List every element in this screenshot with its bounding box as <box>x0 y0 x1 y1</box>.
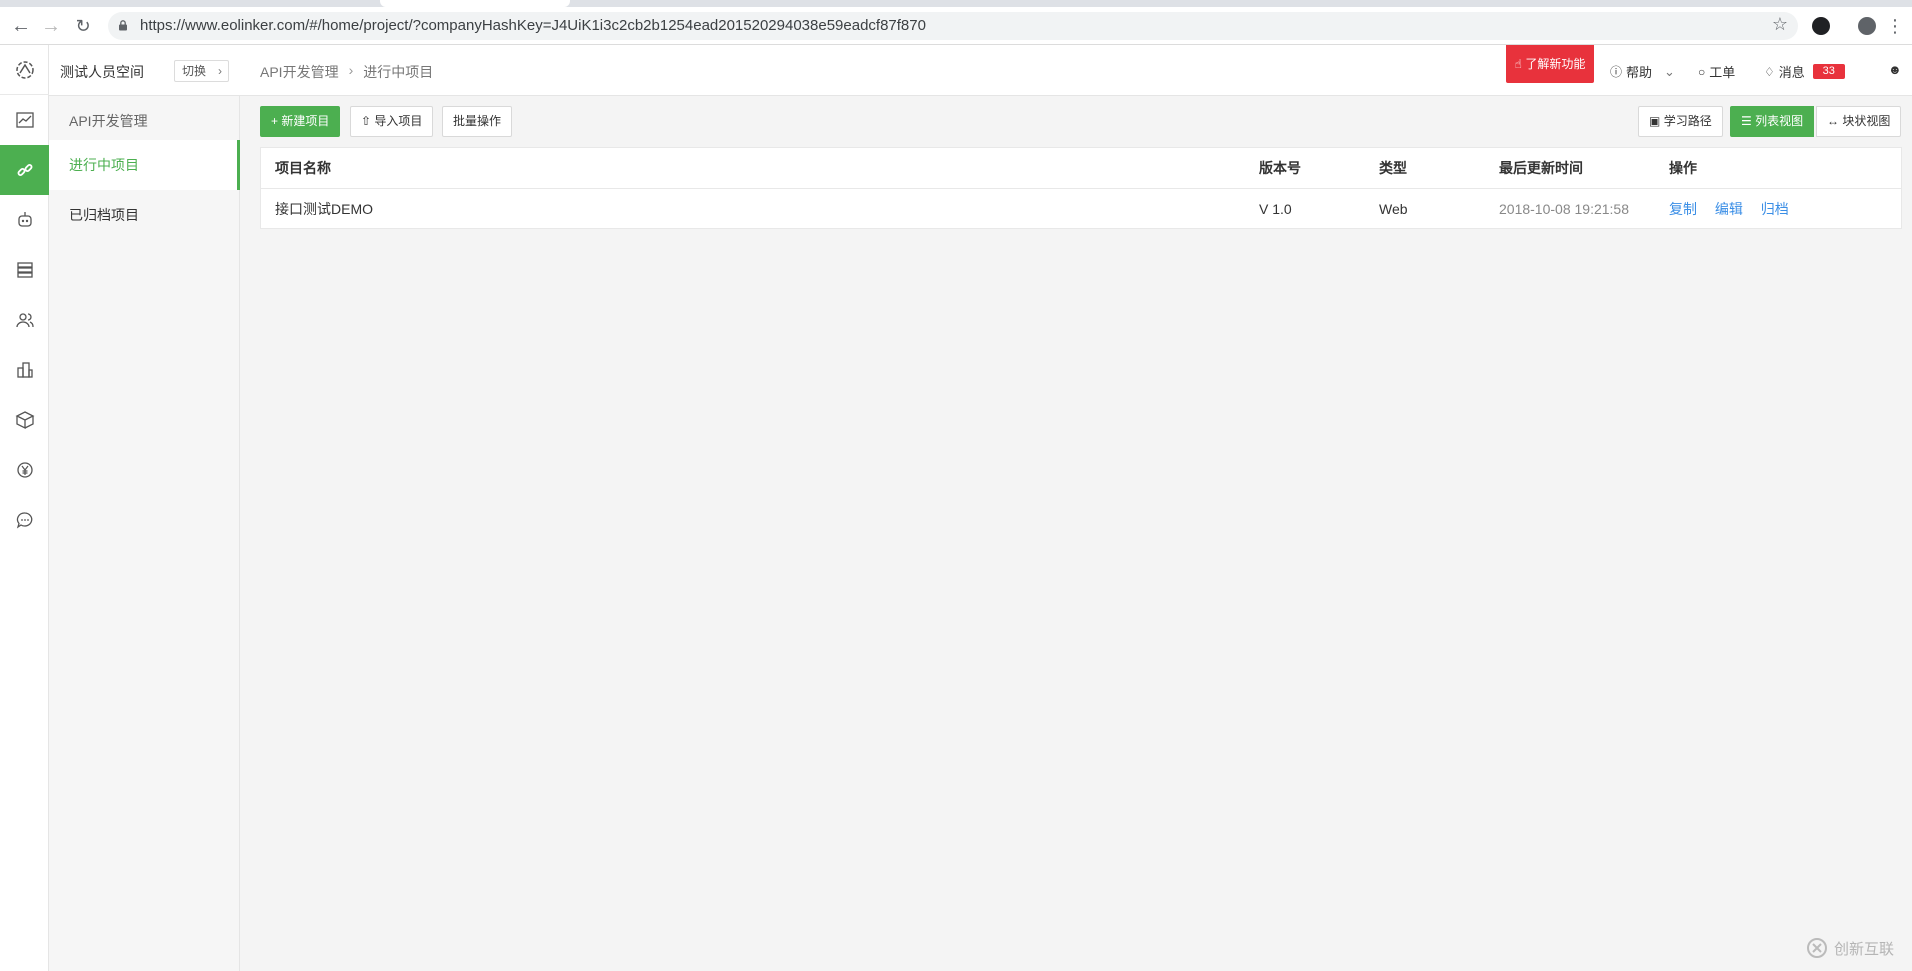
profile-avatar-icon[interactable] <box>1858 17 1876 35</box>
extension-icon[interactable] <box>1812 17 1830 35</box>
column-header-type: 类型 <box>1379 160 1407 176</box>
browser-menu-icon[interactable]: ⋮ <box>1882 13 1908 39</box>
ticket-link[interactable]: ○ 工单 <box>1698 62 1735 81</box>
project-sidebar: 测试人员空间 切换 › API开发管理 进行中项目 已归档项目 <box>49 45 240 971</box>
buildings-icon[interactable] <box>0 345 49 395</box>
sidebar-item-archived-projects[interactable]: 已归档项目 <box>49 190 240 240</box>
info-circle-icon: ⓘ <box>1610 65 1623 79</box>
switch-workspace-label: 切换 <box>182 64 207 78</box>
breadcrumb-separator-icon: › <box>348 62 354 78</box>
upload-icon: ⇧ <box>361 114 372 128</box>
messages-label: 消息 <box>1778 65 1805 80</box>
top-header: API开发管理 › 进行中项目 ☝ 了解新功能 ⓘ 帮助 ⌄ ○ 工单 ♢ 消息… <box>240 45 1912 96</box>
import-project-label: 导入项目 <box>374 114 423 128</box>
project-version-cell: V 1.0 <box>1259 201 1292 217</box>
address-bar[interactable]: https://www.eolinker.com/#/home/project/… <box>108 12 1798 40</box>
browser-active-tab[interactable] <box>380 0 570 7</box>
address-url[interactable]: https://www.eolinker.com/#/home/project/… <box>140 12 926 40</box>
batch-operations-button[interactable]: 批量操作 <box>442 106 513 137</box>
sidebar-group-title: API开发管理 <box>69 113 148 129</box>
project-table: 项目名称 版本号 类型 最后更新时间 操作 接口测试DEMO V 1.0 Web… <box>260 147 1902 229</box>
robot-icon[interactable] <box>0 195 49 245</box>
icon-rail <box>0 45 49 971</box>
messages-count-badge: 33 <box>1812 64 1845 79</box>
column-header-updated: 最后更新时间 <box>1499 160 1583 176</box>
switch-workspace-button[interactable]: 切换 › <box>174 60 229 82</box>
thumbs-up-icon: ☝ <box>1514 57 1522 71</box>
chevron-right-icon: › <box>218 64 222 78</box>
workspace-name: 测试人员空间 <box>60 64 144 80</box>
chevron-down-icon: ⌄ <box>1664 63 1675 79</box>
block-view-button[interactable]: ↔ 块状视图 <box>1816 106 1902 137</box>
column-header-version: 版本号 <box>1259 160 1301 176</box>
package-box-icon[interactable] <box>0 395 49 445</box>
list-view-label: 列表视图 <box>1755 114 1804 128</box>
project-type-cell: Web <box>1379 201 1408 217</box>
bookmark-star-icon[interactable]: ☆ <box>1772 14 1788 35</box>
learning-path-label: 学习路径 <box>1663 114 1712 128</box>
team-icon[interactable] <box>0 295 49 345</box>
chat-bubble-icon[interactable] <box>0 495 49 545</box>
lock-icon <box>119 20 127 31</box>
book-icon: ▣ <box>1649 114 1661 128</box>
eolinker-logo-icon[interactable] <box>0 45 49 95</box>
plus-icon: + <box>271 114 279 128</box>
copy-project-link[interactable]: 复制 <box>1669 201 1697 217</box>
workspace-bar: 测试人员空间 切换 › <box>49 45 240 96</box>
table-header: 项目名称 版本号 类型 最后更新时间 操作 <box>261 148 1901 189</box>
ticket-label: 工单 <box>1709 65 1736 80</box>
project-actions-cell: 复制 编辑 归档 <box>1669 189 1803 230</box>
import-project-button[interactable]: ⇧ 导入项目 <box>350 106 434 137</box>
database-icon[interactable] <box>0 245 49 295</box>
help-label: 帮助 <box>1626 65 1653 80</box>
dashboard-chart-icon[interactable] <box>0 95 49 145</box>
user-profile-icon[interactable]: ☻ <box>1888 62 1902 77</box>
column-header-actions: 操作 <box>1669 160 1697 176</box>
watermark: 创新互联 <box>1806 933 1906 963</box>
watermark-text: 创新互联 <box>1834 940 1895 958</box>
edit-project-link[interactable]: 编辑 <box>1715 201 1743 217</box>
list-icon: ☰ <box>1741 114 1752 128</box>
breadcrumb: API开发管理 › 进行中项目 <box>260 62 433 82</box>
archive-project-link[interactable]: 归档 <box>1761 201 1789 217</box>
browser-tabstrip <box>0 0 1912 7</box>
back-arrow-icon[interactable]: ← <box>8 13 34 39</box>
breadcrumb-item-api-management[interactable]: API开发管理 <box>260 62 339 82</box>
grid-icon: ↔ <box>1827 114 1839 128</box>
help-menu[interactable]: ⓘ 帮助 ⌄ <box>1610 62 1675 81</box>
new-project-button[interactable]: + 新建项目 <box>260 106 341 137</box>
new-features-button[interactable]: ☝ 了解新功能 <box>1506 45 1594 83</box>
bell-icon: ♢ <box>1764 64 1775 79</box>
list-view-button[interactable]: ☰ 列表视图 <box>1730 106 1815 137</box>
sidebar-item-active-projects[interactable]: 进行中项目 <box>49 140 240 190</box>
project-updated-cell: 2018-10-08 19:21:58 <box>1499 201 1629 217</box>
reload-icon[interactable]: ↻ <box>70 13 96 39</box>
ticket-bubble-icon: ○ <box>1698 64 1706 79</box>
messages-link[interactable]: ♢ 消息 33 <box>1764 62 1845 81</box>
new-project-label: 新建项目 <box>281 114 330 128</box>
breadcrumb-item-current: 进行中项目 <box>363 64 434 80</box>
table-row[interactable]: 接口测试DEMO V 1.0 Web 2018-10-08 19:21:58 复… <box>261 189 1901 230</box>
browser-toolbar: ← → ↻ https://www.eolinker.com/#/home/pr… <box>0 7 1912 45</box>
project-name-cell[interactable]: 接口测试DEMO <box>275 189 373 230</box>
billing-yen-icon[interactable] <box>0 445 49 495</box>
watermark-logo-icon <box>1807 938 1827 958</box>
block-view-label: 块状视图 <box>1842 114 1891 128</box>
column-header-name: 项目名称 <box>275 160 331 176</box>
forward-arrow-icon[interactable]: → <box>38 13 64 39</box>
new-features-label: 了解新功能 <box>1525 57 1586 71</box>
learning-path-button[interactable]: ▣ 学习路径 <box>1638 106 1723 137</box>
api-link-icon[interactable] <box>0 145 49 195</box>
